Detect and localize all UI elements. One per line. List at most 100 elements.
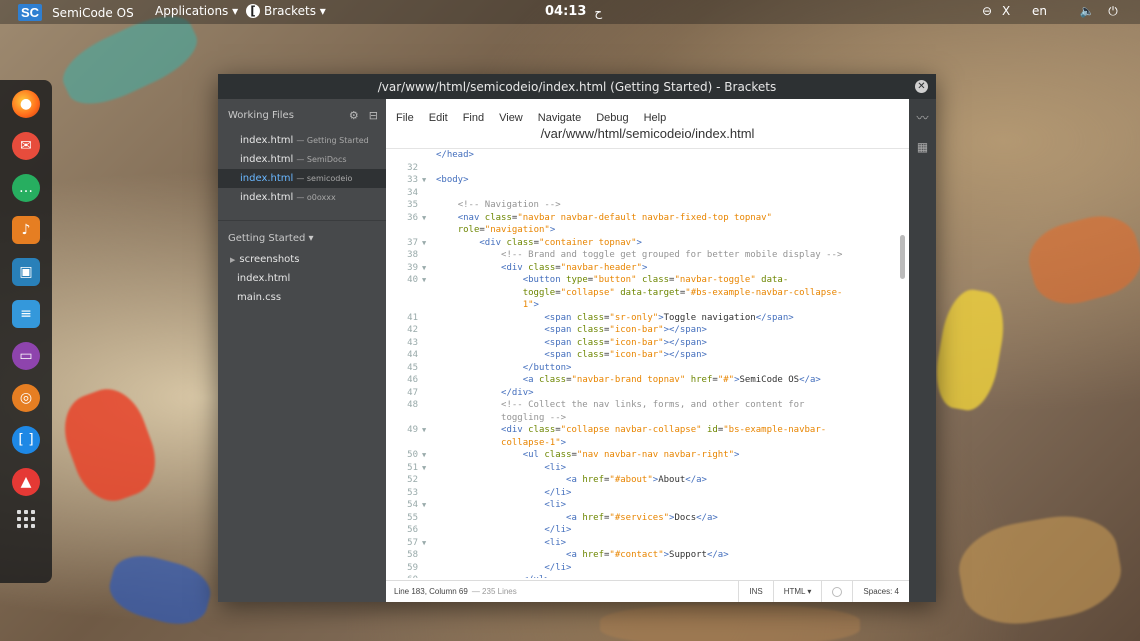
code-line[interactable]: 44 <span class="icon-bar"></span> [386, 349, 909, 362]
keyboard-indicator[interactable]: X [1002, 4, 1010, 18]
os-logo[interactable]: SC [18, 4, 43, 21]
code-line[interactable]: 36 ▼ <nav class="navbar navbar-default na… [386, 212, 909, 225]
language-select[interactable]: HTML ▾ [772, 581, 822, 602]
code-line[interactable]: </head> [386, 149, 909, 162]
code-line[interactable]: collapse-1"> [386, 437, 909, 450]
brackets-app-icon[interactable]: [ ] [12, 426, 40, 454]
code-line[interactable]: 41 <span class="sr-only">Toggle navigati… [386, 312, 909, 325]
fold-arrow-icon[interactable]: ▼ [420, 424, 436, 437]
language-indicator[interactable]: en [1032, 4, 1047, 18]
menu-file[interactable]: File [396, 112, 414, 124]
code-line[interactable]: 54 ▼ <li> [386, 499, 909, 512]
code-line[interactable]: 1"> [386, 299, 909, 312]
firefox-icon[interactable]: ● [12, 90, 40, 118]
chat-icon[interactable]: … [12, 174, 40, 202]
menu-help[interactable]: Help [644, 112, 667, 124]
code-line[interactable]: 55 <a href="#services">Docs</a> [386, 512, 909, 525]
store-icon[interactable]: ▣ [12, 258, 40, 286]
close-button[interactable]: ✕ [915, 80, 928, 93]
code-line[interactable]: 58 <a href="#contact">Support</a> [386, 549, 909, 562]
working-file-item[interactable]: index.html — Getting Started [218, 131, 386, 150]
code-line[interactable]: 46 <a class="navbar-brand topnav" href="… [386, 374, 909, 387]
app-grid-icon[interactable] [17, 510, 35, 528]
code-line[interactable]: 34 [386, 187, 909, 200]
code-line[interactable]: 35 <!-- Navigation --> [386, 199, 909, 212]
window-titlebar[interactable]: /var/www/html/semicodeio/index.html (Get… [218, 74, 936, 99]
power-icon[interactable]: ⏻ [1106, 4, 1120, 18]
menu-debug[interactable]: Debug [596, 112, 628, 124]
menu-view[interactable]: View [499, 112, 523, 124]
project-dropdown[interactable]: Getting Started ▾ [218, 226, 386, 250]
extension-manager-icon[interactable]: ▦ [917, 140, 928, 154]
project-file[interactable]: main.css [218, 288, 386, 307]
cursor-position[interactable]: Line 183, Column 69 [386, 587, 468, 596]
fold-gutter [420, 224, 436, 237]
line-number: 45 [407, 362, 418, 373]
code-line[interactable]: 45 </button> [386, 362, 909, 375]
code-line[interactable]: 47 </div> [386, 387, 909, 400]
fold-arrow-icon[interactable]: ▼ [420, 174, 436, 187]
code-line[interactable]: 59 </li> [386, 562, 909, 575]
files-icon[interactable]: ▭ [12, 342, 40, 370]
applications-menu[interactable]: Applications ▾ [155, 4, 238, 18]
fold-arrow-icon[interactable]: ▼ [420, 262, 436, 275]
help-icon[interactable]: ◎ [12, 384, 40, 412]
split-view-icon[interactable]: ⊟ [369, 109, 378, 122]
menu-find[interactable]: Find [463, 112, 484, 124]
working-file-item[interactable]: index.html — o0oxxx [218, 188, 386, 207]
code-line[interactable]: 49 ▼ <div class="collapse navbar-collapse… [386, 424, 909, 437]
code-line[interactable]: role="navigation"> [386, 224, 909, 237]
fold-arrow-icon[interactable]: ▼ [420, 462, 436, 475]
code-line[interactable]: 60 </ul> [386, 574, 909, 578]
code-line[interactable]: 50 ▼ <ul class="nav navbar-nav navbar-rig… [386, 449, 909, 462]
fold-arrow-icon[interactable]: ▼ [420, 274, 436, 287]
code-line[interactable]: toggling --> [386, 412, 909, 425]
line-number: 35 [407, 200, 418, 210]
code-line[interactable]: 42 <span class="icon-bar"></span> [386, 324, 909, 337]
screenshot-icon[interactable]: ▲ [12, 468, 40, 496]
menu-edit[interactable]: Edit [429, 112, 448, 124]
code-line[interactable]: 39 ▼ <div class="navbar-header"> [386, 262, 909, 275]
code-line[interactable]: toggle="collapse" data-target="#bs-examp… [386, 287, 909, 300]
documents-icon[interactable]: ≡ [12, 300, 40, 328]
linter-status[interactable] [821, 581, 852, 602]
code-line[interactable]: 53 </li> [386, 487, 909, 500]
indent-spaces[interactable]: Spaces: 4 [852, 581, 909, 602]
fold-arrow-icon[interactable]: ▼ [420, 449, 436, 462]
code-line[interactable]: 40 ▼ <button type="button" class="navbar-… [386, 274, 909, 287]
fold-arrow-icon[interactable]: ▼ [420, 237, 436, 250]
code-line[interactable]: 43 <span class="icon-bar"></span> [386, 337, 909, 350]
code-line[interactable]: 56 </li> [386, 524, 909, 537]
right-toolbar: 〰 ▦ [909, 99, 936, 602]
code-line[interactable]: 52 <a href="#about">About</a> [386, 474, 909, 487]
code-area[interactable]: </head> 32 33 ▼ <body> 34 35 <!-- Navigation -… [386, 148, 909, 578]
working-file-item-active[interactable]: index.html — semicodeio [218, 169, 386, 188]
code-line[interactable]: 51 ▼ <li> [386, 462, 909, 475]
code-line[interactable]: 48 <!-- Collect the nav links, forms, an… [386, 399, 909, 412]
code-line[interactable]: 33 ▼ <body> [386, 174, 909, 187]
live-preview-icon[interactable]: 〰 [916, 109, 928, 126]
mail-icon[interactable]: ✉ [12, 132, 40, 160]
code-line[interactable]: 38 <!-- Brand and toggle get grouped for… [386, 249, 909, 262]
menu-navigate[interactable]: Navigate [538, 112, 581, 124]
fold-gutter [420, 337, 436, 350]
active-app-menu[interactable]: Brackets ▾ [264, 4, 326, 18]
code-line[interactable]: 37 ▼ <div class="container topnav"> [386, 237, 909, 250]
volume-icon[interactable]: 🔈 [1080, 4, 1095, 18]
vertical-scrollbar[interactable] [900, 235, 905, 279]
minus-circle-icon[interactable]: ⊖ [980, 4, 994, 18]
code-line[interactable]: 57 ▼ <li> [386, 537, 909, 550]
working-files-header: Working Files ⚙ ⊟ [218, 99, 386, 131]
project-file[interactable]: index.html [218, 269, 386, 288]
working-file-item[interactable]: index.html — SemiDocs [218, 150, 386, 169]
gear-icon[interactable]: ⚙ [349, 109, 359, 122]
project-folder[interactable]: ▶ screenshots [218, 250, 386, 269]
code-line[interactable]: 32 [386, 162, 909, 175]
fold-gutter [420, 437, 436, 450]
insert-mode[interactable]: INS [738, 581, 772, 602]
fold-arrow-icon[interactable]: ▼ [420, 212, 436, 225]
clock[interactable]: 04:13 [545, 4, 586, 19]
fold-arrow-icon[interactable]: ▼ [420, 537, 436, 550]
music-icon[interactable]: ♪ [12, 216, 40, 244]
fold-arrow-icon[interactable]: ▼ [420, 499, 436, 512]
